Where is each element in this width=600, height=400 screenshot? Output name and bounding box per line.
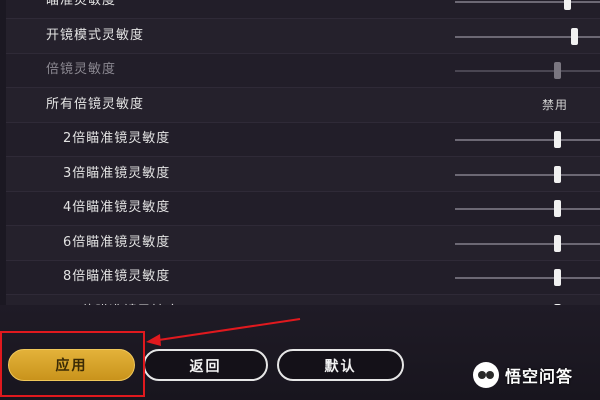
back-button[interactable]: 返回 <box>143 349 268 381</box>
sensitivity-slider[interactable] <box>455 200 600 217</box>
slider-thumb[interactable] <box>570 27 578 45</box>
settings-row-label: 2倍瞄准镜灵敏度 <box>63 131 171 146</box>
watermark: 悟空问答 <box>473 362 573 388</box>
slider-thumb[interactable] <box>553 234 561 252</box>
default-button[interactable]: 默认 <box>277 349 404 381</box>
slider-thumb[interactable] <box>553 131 561 148</box>
settings-row: 瞄准灵敏度 <box>6 0 600 19</box>
settings-row: 15倍瞄准镜灵敏度 <box>6 294 600 306</box>
slider-thumb[interactable] <box>563 0 571 10</box>
settings-row-label: 15倍瞄准镜灵敏度 <box>63 295 180 306</box>
settings-row-label: 3倍瞄准镜灵敏度 <box>63 165 171 181</box>
settings-row: 开镜模式灵敏度 <box>6 18 600 54</box>
sensitivity-slider <box>455 62 600 79</box>
sensitivity-slider[interactable] <box>455 131 600 148</box>
settings-row: 4倍瞄准镜灵敏度 <box>6 191 600 226</box>
slider-thumb <box>553 62 561 79</box>
settings-row-label: 倍镜灵敏度 <box>46 62 117 77</box>
settings-row: 倍镜灵敏度 <box>6 53 600 88</box>
settings-row-label: 8倍瞄准镜灵敏度 <box>63 269 171 284</box>
settings-row: 2倍瞄准镜灵敏度 <box>6 122 600 157</box>
slider-thumb[interactable] <box>553 200 561 217</box>
watermark-logo-icon <box>473 362 499 388</box>
settings-row-label: 4倍瞄准镜灵敏度 <box>63 200 171 215</box>
settings-row-label: 开镜模式灵敏度 <box>46 27 145 43</box>
slider-thumb[interactable] <box>553 165 561 183</box>
sensitivity-slider[interactable] <box>455 234 600 252</box>
settings-row-label: 瞄准灵敏度 <box>46 0 117 8</box>
settings-row: 3倍瞄准镜灵敏度 <box>6 156 600 192</box>
sensitivity-slider[interactable] <box>455 269 600 286</box>
sensitivity-slider[interactable] <box>455 165 600 183</box>
settings-panel: 瞄准灵敏度开镜模式灵敏度 倍镜灵敏度所有倍镜灵敏度 禁用 2倍瞄准镜灵敏度 3倍瞄准镜灵… <box>6 0 600 305</box>
settings-row: 8倍瞄准镜灵敏度 <box>6 260 600 295</box>
settings-row-label: 所有倍镜灵敏度 <box>46 96 145 112</box>
settings-row: 6倍瞄准镜灵敏度 <box>6 225 600 261</box>
sensitivity-slider[interactable] <box>455 0 600 10</box>
highlight-box <box>0 331 145 397</box>
sensitivity-slider[interactable] <box>455 27 600 45</box>
watermark-text: 悟空问答 <box>505 367 574 386</box>
status-text[interactable]: 禁用 <box>542 88 568 122</box>
settings-row: 所有倍镜灵敏度 禁用 <box>6 87 600 123</box>
settings-row-label: 6倍瞄准镜灵敏度 <box>63 234 171 250</box>
slider-thumb[interactable] <box>553 269 561 286</box>
